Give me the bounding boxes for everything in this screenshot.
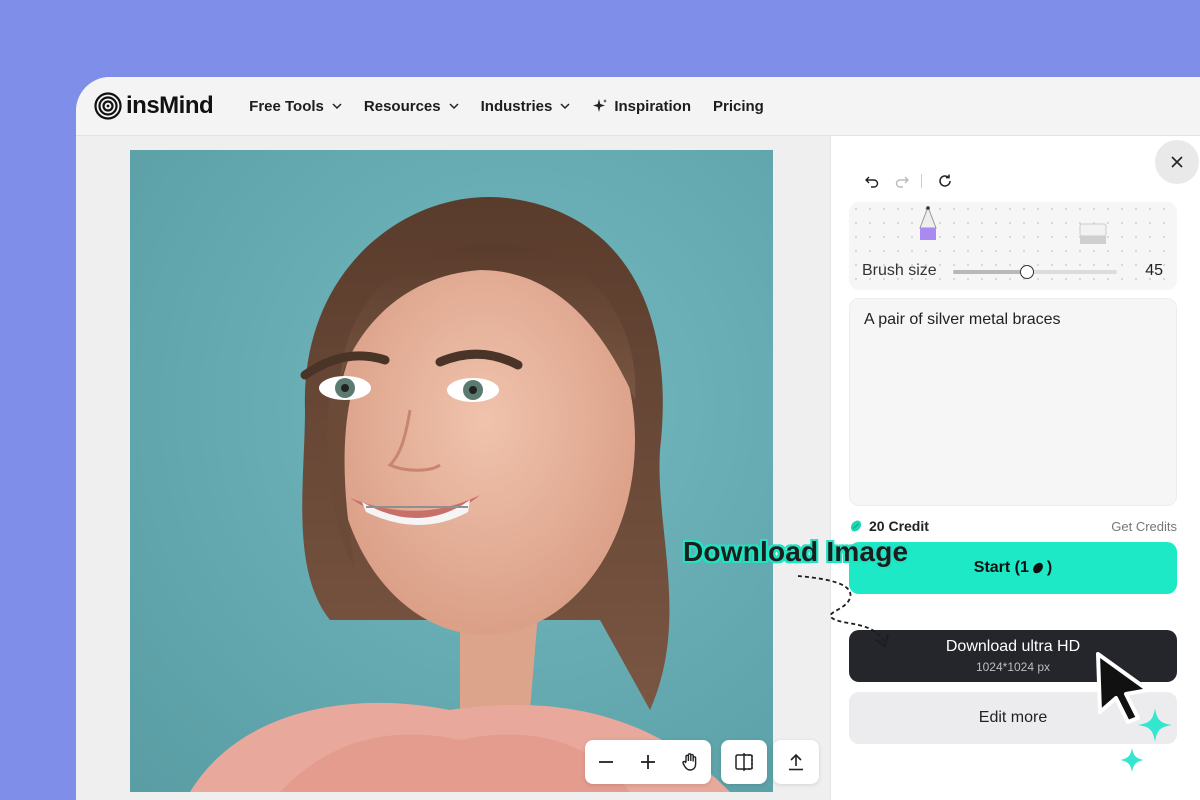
close-icon <box>1171 156 1183 168</box>
zoom-in-button[interactable] <box>633 747 663 777</box>
bean-icon <box>850 520 862 532</box>
redo-button[interactable] <box>887 166 917 196</box>
credit-balance: 20 Credit <box>849 518 929 534</box>
prompt-textarea[interactable]: A pair of silver metal braces <box>849 298 1177 506</box>
sparkle-icon <box>593 99 608 112</box>
undo-icon <box>865 176 879 188</box>
sparkle-icon <box>1138 708 1172 742</box>
eraser-icon[interactable] <box>1078 222 1108 246</box>
main-nav: Free Tools Resources Industries Inspirat… <box>249 98 786 115</box>
nav-free-tools[interactable]: Free Tools <box>249 98 342 115</box>
close-button[interactable] <box>1155 140 1199 184</box>
nav-resources[interactable]: Resources <box>364 98 459 115</box>
start-button-suffix: ) <box>1046 559 1053 576</box>
brush-size-slider[interactable] <box>953 265 1117 279</box>
app-window: insMind Free Tools Resources Industries … <box>76 77 1200 800</box>
canvas-area <box>76 136 830 800</box>
bean-icon <box>1032 562 1043 574</box>
sparkle-icon <box>1120 748 1144 772</box>
compare-icon <box>735 753 753 771</box>
get-credits-link[interactable]: Get Credits <box>1111 519 1177 534</box>
chevron-down-icon <box>560 103 570 110</box>
plus-icon <box>641 755 655 769</box>
export-button[interactable] <box>773 740 819 784</box>
nav-resources-label: Resources <box>363 97 441 115</box>
edited-photo <box>130 150 773 792</box>
zoom-controls <box>585 740 711 784</box>
divider <box>921 174 922 188</box>
nav-pricing[interactable]: Pricing <box>713 98 764 115</box>
credit-amount: 20 Credit <box>869 518 929 534</box>
portrait-illustration <box>190 196 730 792</box>
nav-industries-label: Industries <box>480 97 553 115</box>
slider-handle[interactable] <box>1019 265 1034 279</box>
pan-button[interactable] <box>675 747 705 777</box>
hand-icon <box>682 753 697 771</box>
dashed-arrow-icon <box>797 575 889 648</box>
brand-name: insMind <box>126 92 214 119</box>
edit-more-label: Edit more <box>978 709 1048 726</box>
nav-industries[interactable]: Industries <box>481 98 571 115</box>
nav-free-tools-label: Free Tools <box>249 97 324 115</box>
top-navigation: insMind Free Tools Resources Industries … <box>76 77 1200 136</box>
brush-card: Brush size 45 <box>849 202 1177 290</box>
nav-inspiration[interactable]: Inspiration <box>592 98 691 115</box>
undo-button[interactable] <box>857 166 887 196</box>
history-controls <box>857 166 960 196</box>
minus-icon <box>599 761 613 763</box>
brush-size-value: 45 <box>1145 262 1163 279</box>
brush-size-label: Brush size <box>862 262 937 279</box>
compare-button[interactable] <box>721 740 767 784</box>
nav-pricing-label: Pricing <box>712 97 764 115</box>
start-button-label: Start (1 <box>973 559 1029 576</box>
slider-fill <box>953 270 1027 274</box>
chevron-down-icon <box>332 103 342 110</box>
chevron-down-icon <box>449 103 459 110</box>
pencil-icon[interactable] <box>915 206 941 246</box>
logo[interactable]: insMind <box>94 92 214 120</box>
nav-inspiration-label: Inspiration <box>614 97 691 115</box>
credit-row: 20 Credit Get Credits <box>849 518 1177 534</box>
upload-icon <box>789 753 803 771</box>
logo-icon <box>94 92 122 120</box>
zoom-out-button[interactable] <box>591 747 621 777</box>
redo-icon <box>895 176 909 188</box>
refresh-button[interactable] <box>930 166 960 196</box>
download-image-callout: Download Image <box>683 536 909 567</box>
refresh-icon <box>939 174 951 187</box>
